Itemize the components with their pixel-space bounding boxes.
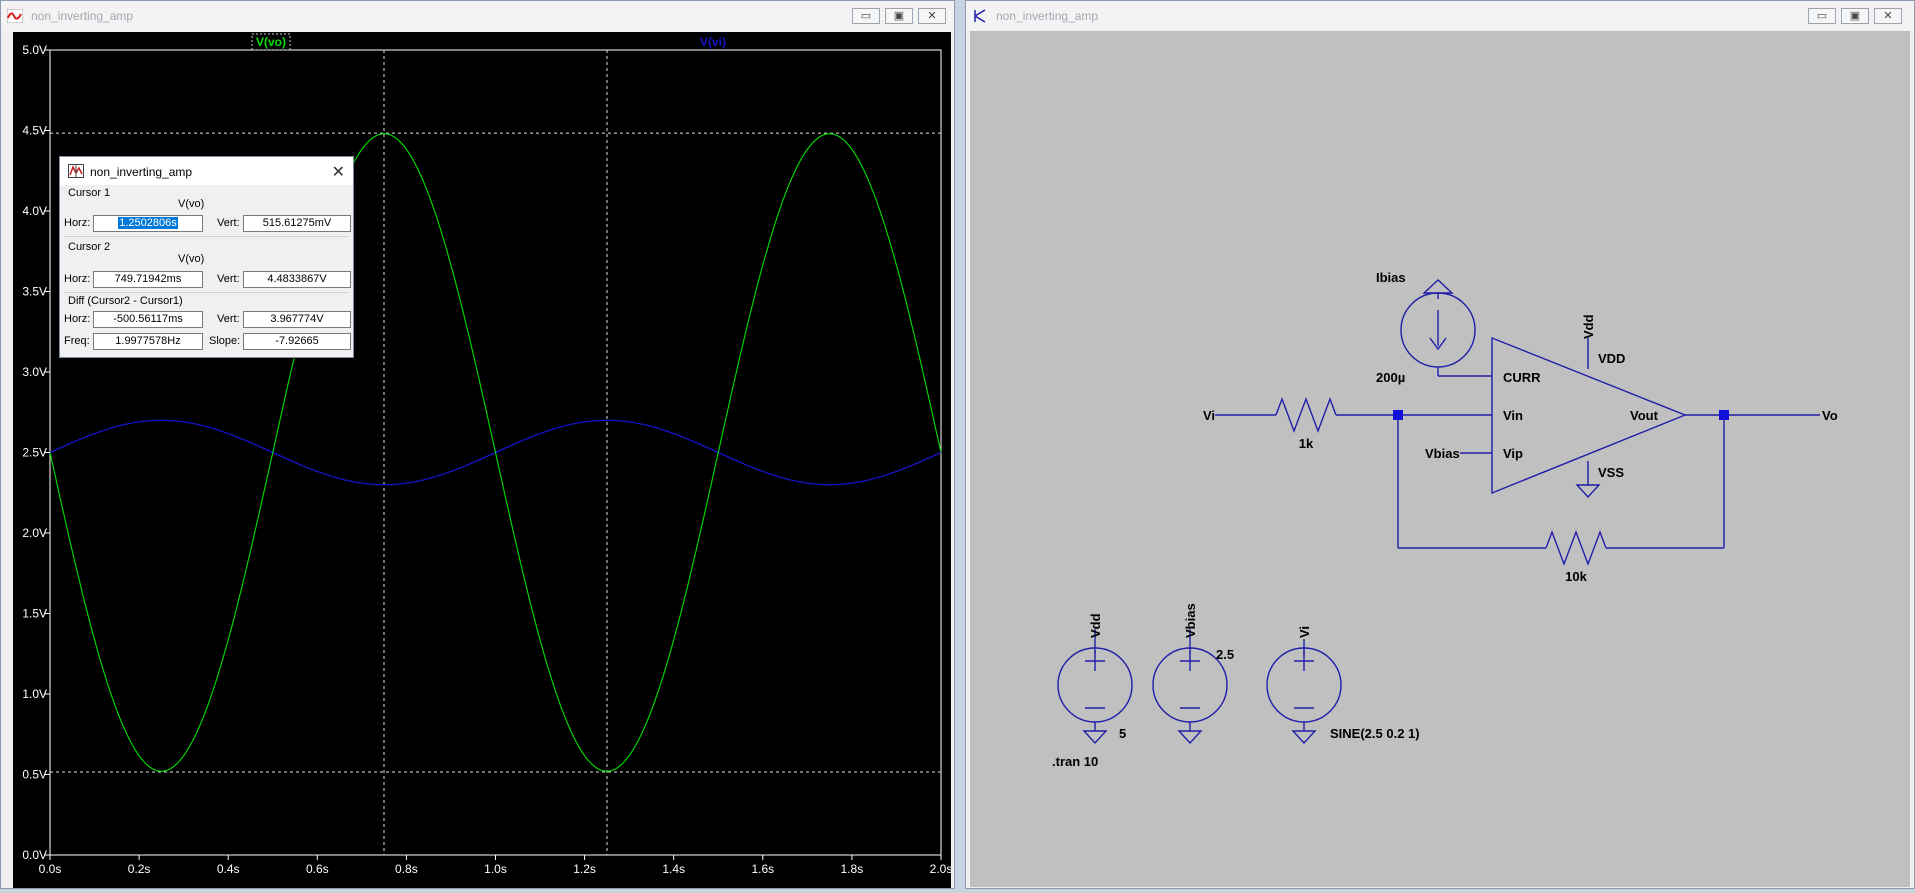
label-ibias-value: 200µ [1376, 370, 1405, 385]
cursor-app-icon [68, 164, 84, 178]
r1-value: 1k [1299, 436, 1314, 451]
y-tick-label: 1.5V [22, 607, 47, 621]
diff-horz-label: Horz: [64, 313, 91, 325]
pin-curr: CURR [1503, 370, 1541, 385]
divider [64, 292, 349, 293]
close-button[interactable]: ✕ [918, 8, 946, 24]
diff-freq-field[interactable]: 1.9977578Hz [93, 333, 203, 350]
cursor2-vert-label: Vert: [217, 273, 240, 285]
cursor2-horz-field[interactable]: 749.71942ms [93, 271, 203, 288]
cursor2-heading: Cursor 2 [68, 241, 111, 253]
cursor-dialog[interactable]: non_inverting_amp ✕ Cursor 1 V(vo) Horz:… [59, 156, 354, 358]
waveform-app-icon [7, 9, 23, 23]
x-tick-label: 1.2s [573, 862, 596, 876]
pin-vss: VSS [1598, 465, 1624, 480]
divider [64, 236, 349, 237]
cursor2-trace: V(vo) [178, 253, 205, 265]
maximize-button[interactable]: ▣ [1841, 8, 1869, 24]
schematic-window-title: non_inverting_amp [996, 9, 1099, 23]
cursor-dialog-title: non_inverting_amp [90, 165, 193, 179]
ground-symbol [1291, 730, 1317, 745]
waveform-titlebar[interactable]: non_inverting_amp ▭ ▣ ✕ [1, 1, 954, 31]
diff-vert-field[interactable]: 3.967774V [243, 311, 351, 328]
y-tick-label: 2.5V [22, 446, 47, 460]
close-icon[interactable]: ✕ [332, 162, 345, 182]
x-tick-label: 2.0s [930, 862, 951, 876]
legend-label-vo: V(vo) [256, 35, 286, 49]
cursor1-trace: V(vo) [178, 198, 205, 210]
schematic-canvas[interactable]: Ibias 200µ Vdd VDD CURR Vin Vip Vout VSS… [970, 31, 1910, 887]
y-tick-label: 4.0V [22, 204, 47, 218]
maximize-button[interactable]: ▣ [885, 8, 913, 24]
net-label-vi: Vi [1203, 408, 1215, 423]
schematic-titlebar[interactable]: non_inverting_amp ▭ ▣ ✕ [966, 1, 1914, 31]
pin-vdd: VDD [1598, 351, 1625, 366]
x-tick-label: 1.8s [841, 862, 864, 876]
cursor1-horz-field[interactable]: 1.2502806s [93, 215, 203, 232]
label-vdd-net: Vdd [1581, 314, 1596, 339]
src-vi-value: SINE(2.5 0.2 1) [1330, 726, 1420, 741]
r2-value: 10k [1565, 569, 1587, 584]
x-tick-label: 0.6s [306, 862, 329, 876]
diff-slope-label: Slope: [209, 335, 241, 347]
src-vbias-net: Vbias [1183, 603, 1198, 638]
x-tick-label: 0.8s [395, 862, 418, 876]
cursor-dialog-titlebar[interactable]: non_inverting_amp ✕ [60, 157, 353, 185]
pin-vout: Vout [1630, 408, 1659, 423]
minimize-button[interactable]: ▭ [852, 8, 880, 24]
src-vbias-value: 2.5 [1216, 647, 1234, 662]
waveform-window-title: non_inverting_amp [31, 9, 134, 23]
resistor-r1[interactable] [1275, 397, 1337, 433]
schematic-drawing[interactable]: Ibias 200µ Vdd VDD CURR Vin Vip Vout VSS… [970, 31, 1910, 887]
cursor2-horz-label: Horz: [64, 273, 91, 285]
ground-symbol [1082, 730, 1108, 745]
x-tick-label: 1.4s [662, 862, 685, 876]
y-tick-label: 3.0V [22, 365, 47, 379]
x-tick-label: 1.6s [751, 862, 774, 876]
minimize-button[interactable]: ▭ [1808, 8, 1836, 24]
diff-slope-field[interactable]: -7.92665 [243, 333, 351, 350]
cursor1-horz-value: 1.2502806s [118, 217, 178, 229]
diff-heading: Diff (Cursor2 - Cursor1) [68, 295, 183, 307]
close-button[interactable]: ✕ [1874, 8, 1902, 24]
label-ibias: Ibias [1376, 270, 1406, 285]
src-vdd-net: Vdd [1088, 613, 1103, 638]
y-tick-label: 3.5V [22, 285, 47, 299]
y-tick-label: 0.0V [22, 848, 47, 862]
ground-vss [1575, 484, 1601, 499]
waveform-window: non_inverting_amp ▭ ▣ ✕ 0.0V 0.5V 1.0V 1.5V… [0, 0, 955, 889]
cursor1-horz-label: Horz: [64, 217, 91, 229]
y-tick-label: 1.0V [22, 687, 47, 701]
x-tick-label: 0.0s [39, 862, 62, 876]
x-tick-label: 0.4s [217, 862, 240, 876]
diff-vert-label: Vert: [217, 313, 240, 325]
net-label-vo: Vo [1822, 408, 1838, 423]
y-tick-label: 2.0V [22, 526, 47, 540]
diff-freq-label: Freq: [64, 335, 90, 347]
legend-label-vi: V(vi) [700, 35, 726, 49]
cursor1-vert-label: Vert: [217, 217, 240, 229]
cursor1-vert-field[interactable]: 515.61275mV [243, 215, 351, 232]
junction-dot [1719, 410, 1729, 420]
cursor2-vert-field[interactable]: 4.4833867V [243, 271, 351, 288]
tran-directive: .tran 10 [1052, 754, 1098, 769]
y-tick-label: 4.5V [22, 124, 47, 138]
src-vi-net: Vi [1297, 626, 1312, 638]
schematic-app-icon [974, 9, 986, 23]
src-vdd-value: 5 [1119, 726, 1126, 741]
y-tick-label: 0.5V [22, 768, 47, 782]
ibias-arrow-flag [1422, 279, 1454, 294]
resistor-r2[interactable] [1545, 530, 1607, 566]
diff-horz-field[interactable]: -500.56117ms [93, 311, 203, 328]
pin-vin: Vin [1503, 408, 1523, 423]
cursor1-heading: Cursor 1 [68, 187, 111, 199]
x-tick-label: 0.2s [128, 862, 151, 876]
junction-dot [1393, 410, 1403, 420]
net-label-vbias: Vbias [1425, 446, 1460, 461]
pin-vip: Vip [1503, 446, 1523, 461]
ground-symbol [1177, 730, 1203, 745]
x-tick-label: 1.0s [484, 862, 507, 876]
y-tick-label: 5.0V [22, 43, 47, 57]
